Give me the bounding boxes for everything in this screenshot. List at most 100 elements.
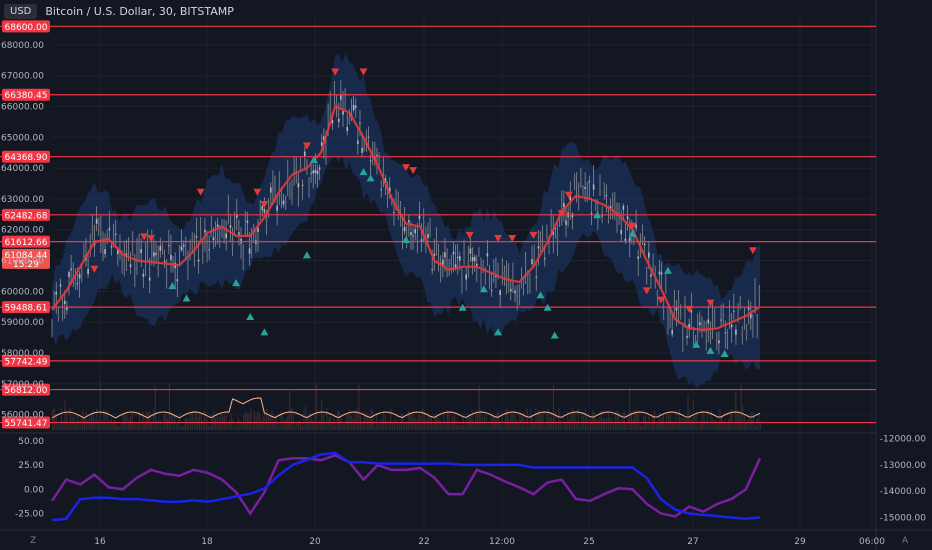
- zoom-button[interactable]: Z: [30, 536, 36, 546]
- candle-body: [484, 278, 487, 280]
- candle-body: [204, 229, 206, 233]
- volume-bar: [335, 425, 337, 430]
- volume-bar: [494, 417, 496, 430]
- volume-bar: [747, 418, 749, 430]
- volume-bar: [305, 406, 307, 430]
- candle-body: [524, 265, 527, 267]
- candle-body: [229, 225, 232, 228]
- volume-bar: [113, 419, 116, 430]
- candle-body: [352, 104, 355, 111]
- candle-body: [214, 238, 217, 240]
- volume-bar: [526, 408, 528, 430]
- auto-scale-button[interactable]: A: [902, 536, 908, 546]
- candle-body: [512, 282, 514, 287]
- candle-body: [361, 147, 363, 153]
- level-label: 68600.00: [5, 23, 48, 33]
- candle-body: [129, 264, 132, 268]
- candle-body: [645, 272, 648, 277]
- volume-bar: [586, 417, 588, 430]
- volume-bar: [62, 422, 64, 430]
- volume-bar: [264, 413, 266, 430]
- y-tick-label: 60000.00: [1, 287, 44, 297]
- candle-body: [690, 310, 693, 313]
- candle-body: [707, 319, 710, 324]
- candle-body: [622, 205, 625, 210]
- candle-body: [191, 248, 193, 251]
- volume-bar: [657, 422, 659, 430]
- candle-body: [473, 256, 476, 262]
- candle-body: [227, 212, 230, 214]
- volume-bar: [443, 413, 445, 430]
- candle-body: [246, 220, 249, 223]
- volume-bar: [572, 408, 574, 430]
- volume-bar: [558, 409, 560, 430]
- volume-bar: [391, 423, 394, 430]
- volume-bar: [535, 407, 537, 430]
- volume-bar: [439, 419, 441, 430]
- candle-body: [280, 193, 283, 198]
- volume-bar: [482, 416, 484, 430]
- volume-bar: [708, 425, 710, 430]
- volume-bar: [421, 408, 424, 430]
- candle-body: [408, 220, 410, 223]
- osc-right-tick: -14000.00: [880, 487, 926, 497]
- volume-bar: [717, 422, 719, 430]
- candle-body: [329, 108, 332, 111]
- candle-body: [509, 288, 512, 292]
- x-tick-label: 18: [201, 537, 213, 547]
- candle-body: [728, 315, 731, 320]
- candle-body: [533, 258, 535, 261]
- x-tick-label: 27: [687, 537, 698, 547]
- candle-body: [505, 275, 508, 277]
- volume-bar: [666, 413, 668, 430]
- x-tick-label: 29: [794, 537, 806, 547]
- candle-body: [658, 271, 661, 275]
- price-chart[interactable]: 68600.00 66380.45 64368.90 62482.68 61612.66…: [0, 0, 932, 550]
- volume-bar: [715, 419, 717, 430]
- level-label: 64368.90: [5, 153, 48, 163]
- volume-bar: [386, 423, 388, 430]
- volume-bar: [220, 412, 222, 430]
- volume-bar: [466, 418, 468, 430]
- volume-bar: [82, 409, 84, 430]
- candle-body: [316, 170, 319, 175]
- volume-bar: [152, 408, 155, 430]
- volume-bar: [552, 385, 555, 430]
- volume-bar: [352, 418, 355, 430]
- volume-bar: [517, 422, 519, 430]
- candle-body: [635, 224, 637, 229]
- volume-bar: [372, 410, 374, 430]
- candle-body: [452, 251, 455, 255]
- volume-bar: [551, 413, 553, 430]
- candle-body: [263, 209, 266, 213]
- volume-bar: [450, 424, 452, 430]
- candle-body: [208, 249, 210, 251]
- candle-body: [660, 272, 663, 275]
- currency-badge[interactable]: USD: [4, 4, 38, 19]
- volume-bar: [616, 410, 618, 430]
- candle-body: [185, 253, 187, 255]
- symbol-title: Bitcoin / U.S. Dollar, 30, BITSTAMP: [45, 5, 234, 18]
- candle-body: [703, 323, 705, 328]
- candle-body: [641, 236, 644, 240]
- candle-body: [692, 332, 695, 334]
- candle-body: [537, 246, 540, 249]
- candle-body: [499, 290, 501, 296]
- candle-body: [463, 250, 465, 255]
- candle-body: [722, 313, 724, 317]
- volume-bar: [496, 412, 498, 430]
- volume-bar: [370, 408, 372, 430]
- volume-bar: [559, 420, 562, 430]
- volume-bar: [561, 425, 563, 430]
- candle-body: [357, 140, 359, 145]
- x-tick-label: 12:00: [489, 537, 515, 547]
- candle-body: [556, 233, 559, 239]
- volume-bar: [621, 412, 624, 430]
- candle-body: [91, 228, 94, 231]
- volume-bar: [191, 410, 194, 430]
- volume-bar: [344, 423, 346, 430]
- candle-body: [131, 247, 134, 249]
- candle-body: [461, 281, 463, 286]
- candle-body: [626, 216, 629, 220]
- osc-right-tick: -13000.00: [880, 461, 926, 471]
